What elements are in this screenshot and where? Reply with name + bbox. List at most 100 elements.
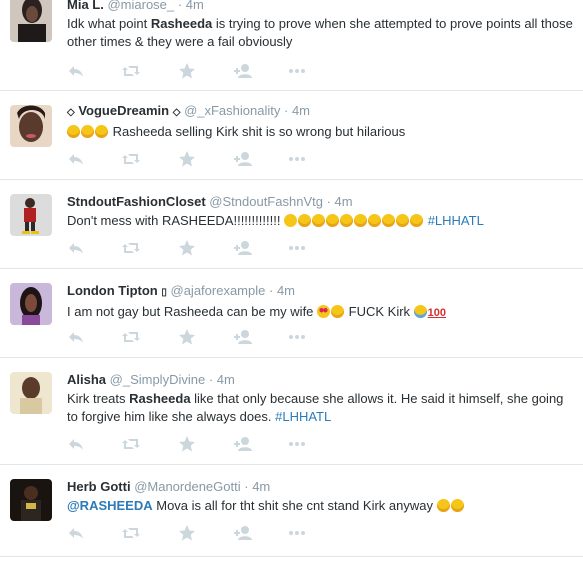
avatar-image: [10, 479, 52, 521]
tweet-3: StndoutFashionCloset @StndoutFashnVtg · …: [0, 180, 583, 269]
avatar[interactable]: [10, 372, 52, 414]
laughing-emoji-icon: [298, 214, 312, 227]
tweet-4: London Tipton ▯ @ajaforexample · 4m I am…: [0, 269, 583, 358]
user-fullname[interactable]: StndoutFashionCloset: [67, 194, 206, 209]
user-fullname[interactable]: VogueDreamin: [78, 103, 169, 118]
user-handle[interactable]: @_xFashionality: [184, 103, 280, 118]
favorite-icon[interactable]: [177, 524, 197, 542]
more-icon[interactable]: [287, 239, 307, 257]
favorite-icon[interactable]: [177, 62, 197, 80]
tweet-text: Idk what point Rasheeda is trying to pro…: [67, 15, 577, 51]
laughing-emoji-icon: [67, 125, 80, 138]
hashtag-link[interactable]: #LHHATL: [275, 409, 331, 424]
name-prefix-icon: ◇: [67, 107, 75, 118]
avatar[interactable]: [10, 479, 52, 521]
more-icon[interactable]: [287, 62, 307, 80]
retweet-icon[interactable]: [121, 524, 141, 542]
favorite-icon[interactable]: [177, 435, 197, 453]
retweet-icon[interactable]: [121, 435, 141, 453]
avatar[interactable]: [10, 283, 52, 325]
separator-dot: ·: [326, 194, 331, 209]
favorite-icon[interactable]: [177, 328, 197, 346]
avatar[interactable]: [10, 0, 52, 42]
retweet-icon[interactable]: [121, 62, 141, 80]
reply-icon[interactable]: [67, 150, 87, 168]
hashtag-link[interactable]: #LHHATL: [428, 213, 484, 228]
laughing-emoji-icon: [436, 499, 450, 512]
tweet-header: London Tipton ▯ @ajaforexample · 4m: [67, 283, 577, 301]
avatar-image: [10, 283, 52, 325]
reply-icon[interactable]: [67, 239, 87, 257]
user-handle[interactable]: @_SimplyDivine: [110, 372, 206, 387]
tweet-time[interactable]: 4m: [252, 479, 270, 494]
tweet-header: Herb Gotti @ManordeneGotti · 4m: [67, 479, 577, 495]
user-handle[interactable]: @miarose_: [107, 0, 174, 12]
more-icon[interactable]: [287, 150, 307, 168]
follow-icon[interactable]: [233, 435, 253, 453]
reply-icon[interactable]: [67, 435, 87, 453]
laughing-emoji-icon: [450, 499, 464, 512]
laughing-emoji-icon: [368, 214, 382, 227]
tweet-time[interactable]: 4m: [186, 0, 204, 12]
tweet-header: Mia L. @miarose_ · 4m: [67, 0, 577, 13]
tweet-text: Rasheeda selling Kirk shit is so wrong b…: [67, 123, 577, 141]
avatar-image: [10, 0, 52, 42]
laughing-emoji-icon: [81, 125, 94, 138]
name-suffix-icon: ◇: [172, 107, 181, 118]
separator-dot: ·: [283, 103, 289, 118]
separator-dot: ·: [208, 372, 214, 387]
favorite-icon[interactable]: [177, 150, 197, 168]
retweet-icon[interactable]: [121, 150, 141, 168]
tweet-text-body: Don't mess with RASHEEDA!!!!!!!!!!!!!: [67, 213, 281, 228]
tweet-header: StndoutFashionCloset @StndoutFashnVtg · …: [67, 194, 577, 210]
tweet-text-part: Idk what point: [67, 16, 151, 31]
retweet-icon[interactable]: [121, 328, 141, 346]
crying-emoji-icon: [413, 305, 427, 318]
follow-icon[interactable]: [233, 328, 253, 346]
tweet-time[interactable]: 4m: [335, 194, 353, 209]
avatar[interactable]: [10, 194, 52, 236]
separator-dot: ·: [268, 283, 274, 298]
user-fullname[interactable]: Alisha: [67, 372, 106, 387]
follow-icon[interactable]: [233, 150, 253, 168]
tweet-header: ◇ VogueDreamin ◇ @_xFashionality · 4m: [67, 103, 577, 121]
reply-icon[interactable]: [67, 62, 87, 80]
more-icon[interactable]: [287, 328, 307, 346]
follow-icon[interactable]: [233, 239, 253, 257]
tweet-text: I am not gay but Rasheeda can be my wife…: [67, 303, 577, 322]
retweet-icon[interactable]: [121, 239, 141, 257]
tweet-1: Mia L. @miarose_ · 4m Idk what point Ras…: [0, 0, 583, 91]
tweet-text-part: Kirk treats: [67, 391, 130, 406]
tweet-text: Kirk treats Rasheeda like that only beca…: [67, 390, 577, 426]
laughing-emoji-icon: [396, 214, 410, 227]
laughing-emoji-icon: [326, 214, 340, 227]
user-handle[interactable]: @StndoutFashnVtg: [209, 194, 323, 209]
laughing-emoji-icon: [382, 214, 396, 227]
highlight-keyword: Rasheeda: [129, 391, 191, 406]
user-handle[interactable]: @ManordeneGotti: [134, 479, 240, 494]
laughing-emoji-icon: [312, 214, 326, 227]
user-fullname[interactable]: Mia L.: [67, 0, 104, 12]
highlight-keyword: Rasheeda: [150, 16, 213, 31]
tweet-text: Don't mess with RASHEEDA!!!!!!!!!!!!! #L…: [67, 212, 577, 230]
favorite-icon[interactable]: [177, 239, 197, 257]
tweet-time[interactable]: 4m: [292, 103, 310, 118]
user-fullname[interactable]: London Tipton: [67, 283, 158, 298]
reply-icon[interactable]: [67, 328, 87, 346]
follow-icon[interactable]: [233, 62, 253, 80]
avatar[interactable]: [10, 105, 52, 147]
laughing-emoji-icon: [354, 214, 368, 227]
tweet-time[interactable]: 4m: [277, 283, 295, 298]
more-icon[interactable]: [287, 524, 307, 542]
tweet-2: ◇ VogueDreamin ◇ @_xFashionality · 4m Ra…: [0, 91, 583, 180]
more-icon[interactable]: [287, 435, 307, 453]
user-fullname[interactable]: Herb Gotti: [67, 479, 131, 494]
tweet-text-body: Mova is all for tht shit she cnt stand K…: [152, 498, 433, 513]
follow-icon[interactable]: [233, 524, 253, 542]
mention-link[interactable]: @RASHEEDA: [67, 498, 153, 513]
reply-icon[interactable]: [67, 524, 87, 542]
tweet-time[interactable]: 4m: [217, 372, 235, 387]
tweet-text-body: Rasheeda selling Kirk shit is so wrong b…: [112, 124, 406, 139]
tweet-header: Alisha @_SimplyDivine · 4m: [67, 372, 577, 388]
user-handle[interactable]: @ajaforexample: [171, 283, 266, 298]
